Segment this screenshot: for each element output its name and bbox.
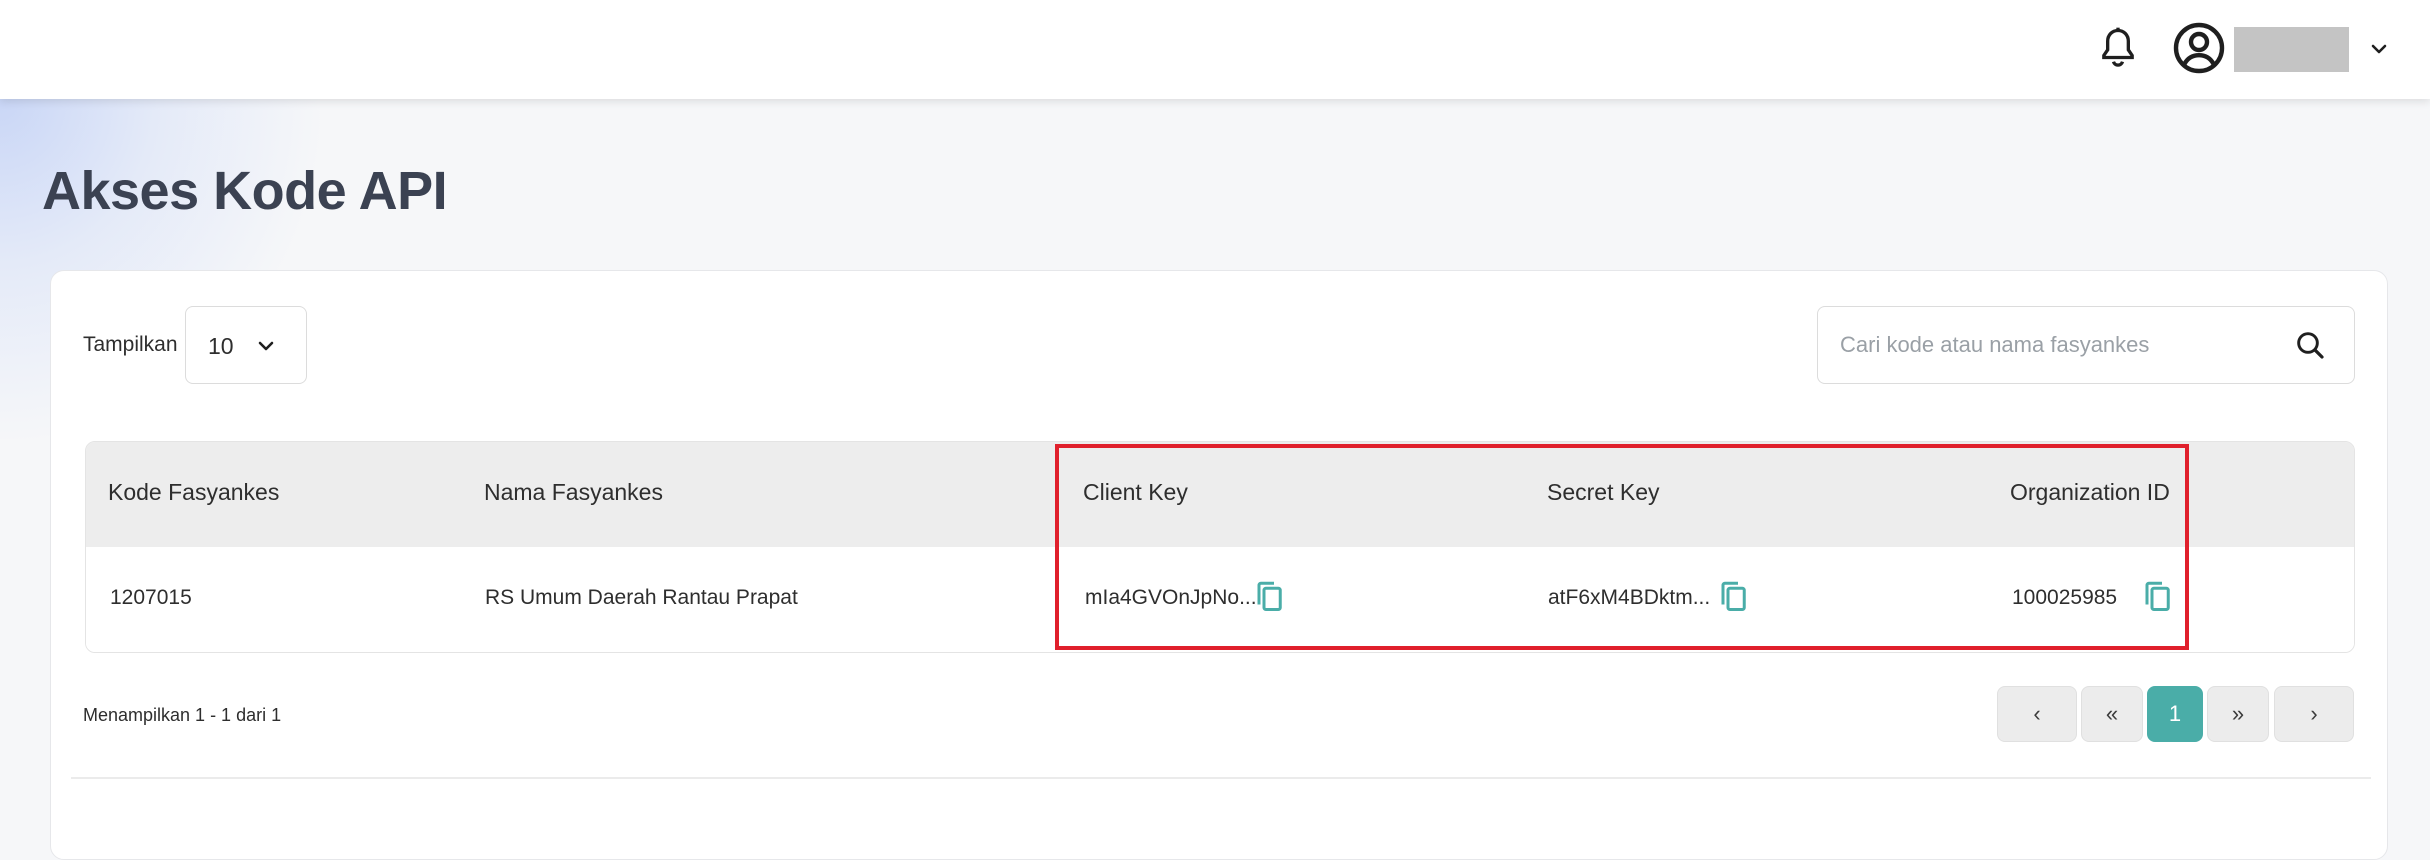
- cell-nama-fasyankes: RS Umum Daerah Rantau Prapat: [485, 586, 798, 609]
- pagination-prev-button[interactable]: ‹: [1997, 686, 2077, 742]
- user-name[interactable]: [2234, 27, 2349, 72]
- page-title: Akses Kode API: [42, 161, 448, 221]
- chevron-down-icon[interactable]: [2369, 40, 2389, 58]
- cell-kode-fasyankes: 1207015: [110, 586, 192, 609]
- highlight-box: [1055, 444, 2189, 650]
- pagination-last-button[interactable]: »: [2207, 686, 2269, 742]
- search-box[interactable]: [1817, 306, 2355, 384]
- page-size-value: 10: [208, 333, 234, 359]
- pagination-page-current[interactable]: 1: [2147, 686, 2203, 742]
- search-input[interactable]: [1840, 325, 2280, 365]
- pagination-next-button[interactable]: ›: [2274, 686, 2354, 742]
- card-divider: [71, 777, 2371, 779]
- column-header-kode-fasyankes[interactable]: Kode Fasyankes: [108, 479, 279, 506]
- search-icon[interactable]: [2294, 329, 2326, 361]
- page-size-label: Tampilkan: [83, 333, 178, 356]
- user-circle-icon[interactable]: [2173, 22, 2225, 74]
- chevron-down-icon: [258, 341, 274, 351]
- top-bar: [0, 0, 2430, 99]
- pagination-first-button[interactable]: «: [2081, 686, 2143, 742]
- column-header-nama-fasyankes[interactable]: Nama Fasyankes: [484, 479, 663, 506]
- bell-icon[interactable]: [2098, 26, 2138, 70]
- pagination-summary: Menampilkan 1 - 1 dari 1: [83, 705, 282, 725]
- page-size-select[interactable]: 10: [185, 306, 307, 384]
